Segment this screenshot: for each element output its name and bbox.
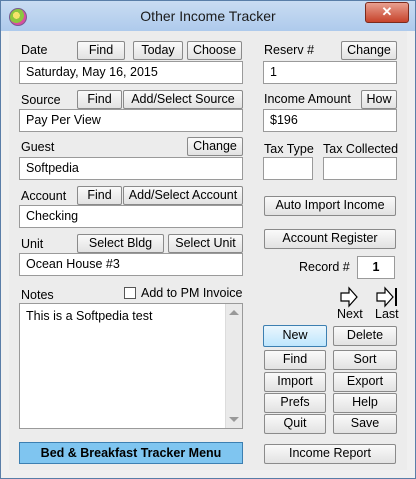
reserv-field[interactable]: 1 (263, 61, 397, 84)
auto-import-income-button[interactable]: Auto Import Income (264, 196, 396, 216)
prefs-button[interactable]: Prefs (264, 393, 326, 413)
title-bar: Other Income Tracker ✕ (1, 1, 415, 31)
next-label: Next (337, 307, 363, 321)
delete-button[interactable]: Delete (333, 326, 397, 346)
date-label: Date (21, 43, 48, 57)
source-field[interactable]: Pay Per View (19, 109, 243, 132)
add-select-source-button[interactable]: Add/Select Source (123, 90, 243, 109)
bed-breakfast-tracker-menu-button[interactable]: Bed & Breakfast Tracker Menu (19, 442, 243, 464)
scroll-up-icon[interactable] (229, 310, 239, 315)
export-button[interactable]: Export (333, 372, 397, 392)
close-button[interactable]: ✕ (365, 2, 409, 23)
account-label: Account (21, 189, 67, 203)
add-select-account-button[interactable]: Add/Select Account (123, 186, 243, 205)
select-bldg-button[interactable]: Select Bldg (77, 234, 164, 253)
today-button[interactable]: Today (133, 41, 183, 60)
new-button[interactable]: New (263, 325, 327, 347)
quit-button[interactable]: Quit (264, 414, 326, 434)
account-find-button[interactable]: Find (77, 186, 122, 205)
add-to-pm-invoice-checkbox[interactable] (124, 287, 136, 299)
import-button[interactable]: Import (264, 372, 326, 392)
last-label: Last (375, 307, 399, 321)
save-button[interactable]: Save (333, 414, 397, 434)
tax-collected-field[interactable] (323, 157, 397, 180)
record-number-field[interactable]: 1 (357, 256, 395, 279)
date-find-button[interactable]: Find (77, 41, 125, 60)
notes-label: Notes (21, 288, 54, 302)
date-field[interactable]: Saturday, May 16, 2015 (19, 61, 243, 84)
source-find-button[interactable]: Find (77, 90, 122, 109)
find-button[interactable]: Find (264, 350, 326, 370)
unit-label: Unit (21, 237, 44, 251)
select-unit-button[interactable]: Select Unit (168, 234, 243, 253)
tax-collected-label: Tax Collected (323, 142, 399, 156)
notes-textarea[interactable]: This is a Softpedia test (19, 303, 243, 429)
sort-button[interactable]: Sort (333, 350, 397, 370)
reserv-label: Reserv # (264, 43, 315, 57)
account-register-button[interactable]: Account Register (264, 229, 396, 249)
window-title: Other Income Tracker (140, 8, 276, 24)
tax-type-field[interactable] (263, 157, 313, 180)
income-how-button[interactable]: How (361, 90, 397, 109)
income-amount-field[interactable]: $196 (263, 109, 397, 132)
scroll-down-icon[interactable] (229, 417, 239, 422)
income-amount-label: Income Amount (264, 92, 351, 106)
add-to-pm-invoice-label: Add to PM Invoice (141, 286, 243, 300)
notes-scrollbar[interactable] (225, 304, 242, 428)
guest-change-button[interactable]: Change (187, 137, 243, 156)
source-label: Source (21, 93, 61, 107)
next-arrow-icon[interactable] (339, 286, 359, 308)
notes-text: This is a Softpedia test (26, 309, 153, 323)
help-button[interactable]: Help (333, 393, 397, 413)
account-field[interactable]: Checking (19, 205, 243, 228)
form-area: Date Find Today Choose Saturday, May 16,… (9, 31, 407, 470)
income-report-button[interactable]: Income Report (264, 444, 396, 464)
guest-field[interactable]: Softpedia (19, 157, 243, 180)
last-arrow-icon[interactable] (375, 286, 399, 308)
guest-label: Guest (21, 140, 55, 154)
tax-type-label: Tax Type (264, 142, 314, 156)
reserv-change-button[interactable]: Change (341, 41, 397, 60)
choose-date-button[interactable]: Choose (187, 41, 242, 60)
unit-field[interactable]: Ocean House #3 (19, 253, 243, 276)
app-window: Other Income Tracker ✕ Date Find Today C… (0, 0, 416, 479)
record-label: Record # (299, 260, 350, 274)
